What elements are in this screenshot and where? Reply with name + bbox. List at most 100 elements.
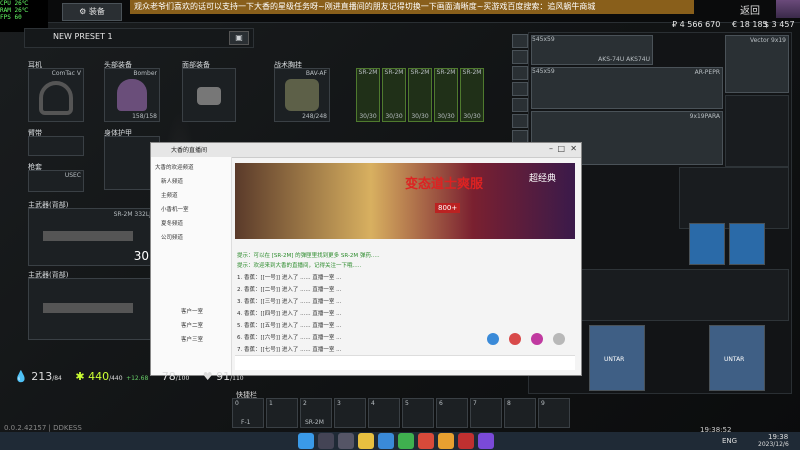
back-button[interactable]: 返回 (732, 2, 768, 17)
app-icon[interactable] (478, 433, 494, 449)
channel-item[interactable]: 客户二室 (181, 321, 203, 329)
preset-name[interactable]: NEW PRESET 1 (53, 32, 203, 41)
channel-item[interactable]: 主频道 (161, 191, 178, 199)
holster-slot[interactable]: USEC (28, 170, 84, 192)
ad-title: 变态道士爽服 (405, 177, 484, 192)
gift-icon[interactable] (553, 333, 565, 345)
preset-bar: NEW PRESET 1 ▣ (24, 28, 254, 48)
gift-icon[interactable] (487, 333, 499, 345)
mag-label: SR-2M (462, 69, 482, 76)
channel-item[interactable]: 大香的欢迎频道 (155, 163, 194, 171)
mag-count: 30/30 (437, 113, 455, 120)
mag-count: 30/30 (359, 113, 377, 120)
stash-cell-block[interactable] (679, 167, 789, 229)
secondary-weapon-slot[interactable] (28, 278, 154, 340)
channel-item[interactable]: 客户三室 (181, 335, 203, 343)
gift-icon[interactable] (531, 333, 543, 345)
hotbar-slot[interactable]: 0 F-1 (232, 398, 264, 428)
weapon-item[interactable]: 545x59 AR-PEPR (531, 67, 723, 109)
channel-item[interactable]: 小香机一室 (161, 205, 189, 213)
hotbar-key: 4 (371, 400, 375, 407)
search-icon[interactable] (318, 433, 334, 449)
windows-start-icon[interactable] (298, 433, 314, 449)
chat-window: 大香的直播间 ✕ □ – 大香的欢迎频道 新人频道 主频道 小香机一室 夏冬频道… (150, 142, 582, 376)
hotbar-slot[interactable]: 5 (402, 398, 434, 428)
hotbar-key: 2 (303, 400, 307, 407)
hotbar-slot[interactable]: 8 (504, 398, 536, 428)
stash-cell-block[interactable] (725, 95, 789, 167)
ad-banner[interactable]: 变态道士爽服 800+ 超经典 (235, 163, 575, 239)
filter-icon[interactable] (512, 114, 528, 128)
mag-slot[interactable]: SR-2M 30/30 (460, 68, 484, 122)
ad-subtitle: 超经典 (529, 174, 557, 184)
hydration-max: /84 (52, 375, 62, 382)
rig-slot[interactable]: BAV-AF 248/248 (274, 68, 330, 122)
armband-slot[interactable] (28, 136, 84, 156)
filter-icon[interactable] (512, 98, 528, 112)
language-indicator[interactable]: ENG (722, 437, 737, 445)
mag-label: SR-2M (384, 69, 404, 76)
mask-icon (197, 87, 221, 105)
earpiece-slot[interactable]: ComTac V (28, 68, 84, 122)
primary-weapon-slot[interactable]: SR-2M 332LJ 30 (28, 208, 154, 266)
mag-count: 30/30 (385, 113, 403, 120)
armor-item[interactable]: UNTAR (709, 325, 765, 391)
hotbar-slot[interactable]: 4 (368, 398, 400, 428)
filter-icon[interactable] (512, 66, 528, 80)
app-icon[interactable] (418, 433, 434, 449)
mag-slot[interactable]: SR-2M 30/30 (408, 68, 432, 122)
item-name: AKS-74U AKS74U (598, 56, 650, 63)
mag-slot[interactable]: SR-2M 30/30 (356, 68, 380, 122)
channel-item[interactable]: 夏冬频道 (161, 219, 183, 227)
hotbar-key: 8 (507, 400, 511, 407)
weapon-item[interactable]: 545x59 AKS-74U AKS74U (531, 35, 653, 65)
hotbar-slot[interactable]: 2 SR-2M (300, 398, 332, 428)
perf-label-fps: FPS (0, 14, 11, 21)
smg-item[interactable]: Vector 9x19 (725, 35, 789, 93)
app-icon[interactable] (398, 433, 414, 449)
app-icon[interactable] (358, 433, 374, 449)
taskview-icon[interactable] (338, 433, 354, 449)
mag-slot[interactable]: SR-2M 30/30 (434, 68, 458, 122)
hotbar-slot[interactable]: 6 (436, 398, 468, 428)
mag-slot[interactable]: SR-2M 30/30 (382, 68, 406, 122)
armor-item[interactable]: UNTAR (589, 325, 645, 391)
app-icon[interactable] (438, 433, 454, 449)
filter-icon[interactable] (512, 50, 528, 64)
headwear-slot[interactable]: Bomber 158/158 (104, 68, 160, 122)
item-name: UNTAR (604, 356, 625, 363)
channel-item[interactable]: 公司频道 (161, 233, 183, 241)
maximize-icon[interactable]: □ (557, 144, 565, 153)
minimize-icon[interactable]: – (549, 144, 553, 153)
chat-input-bar[interactable] (235, 355, 575, 370)
hood-icon (117, 79, 147, 111)
water-can-item[interactable] (729, 223, 765, 265)
ad-badge: 800+ (435, 203, 461, 213)
perf-value: 26℃ (14, 7, 29, 14)
hotbar-item-label: SR-2M (305, 419, 324, 426)
save-preset-button[interactable]: ▣ (229, 31, 249, 45)
mag-label: SR-2M (410, 69, 430, 76)
app-icon[interactable] (378, 433, 394, 449)
water-can-item[interactable] (689, 223, 725, 265)
hotbar-key: 3 (337, 400, 341, 407)
rig-item-name: BAV-AF (305, 70, 327, 77)
app-icon[interactable] (458, 433, 474, 449)
hotbar-slot[interactable]: 9 (538, 398, 570, 428)
tab-equipment[interactable]: ⚙ 装备 (62, 3, 122, 21)
filter-icon[interactable] (512, 82, 528, 96)
taskbar-clock[interactable]: 19:38 (768, 433, 788, 441)
mag-count: 30/30 (411, 113, 429, 120)
hotbar-slot[interactable]: 3 (334, 398, 366, 428)
rig-grid: SR-2M 30/30 SR-2M 30/30 SR-2M 30/30 SR-2M 30… (356, 68, 508, 122)
chat-message: 5. 香蕉：[[五号]] 进入了 ...... 直播一室 ... (237, 323, 342, 329)
channel-item[interactable]: 新人频道 (161, 177, 183, 185)
gift-icon[interactable] (509, 333, 521, 345)
channel-list: 大香的欢迎频道 新人频道 主频道 小香机一室 夏冬频道 公司频道 客户一室 客户… (151, 157, 232, 375)
item-name: AR-PEPR (694, 69, 720, 76)
close-icon[interactable]: ✕ (570, 144, 577, 153)
hotbar-slot[interactable]: 1 (266, 398, 298, 428)
hotbar-slot[interactable]: 7 (470, 398, 502, 428)
filter-icon[interactable] (512, 34, 528, 48)
channel-item[interactable]: 客户一室 (181, 307, 203, 315)
